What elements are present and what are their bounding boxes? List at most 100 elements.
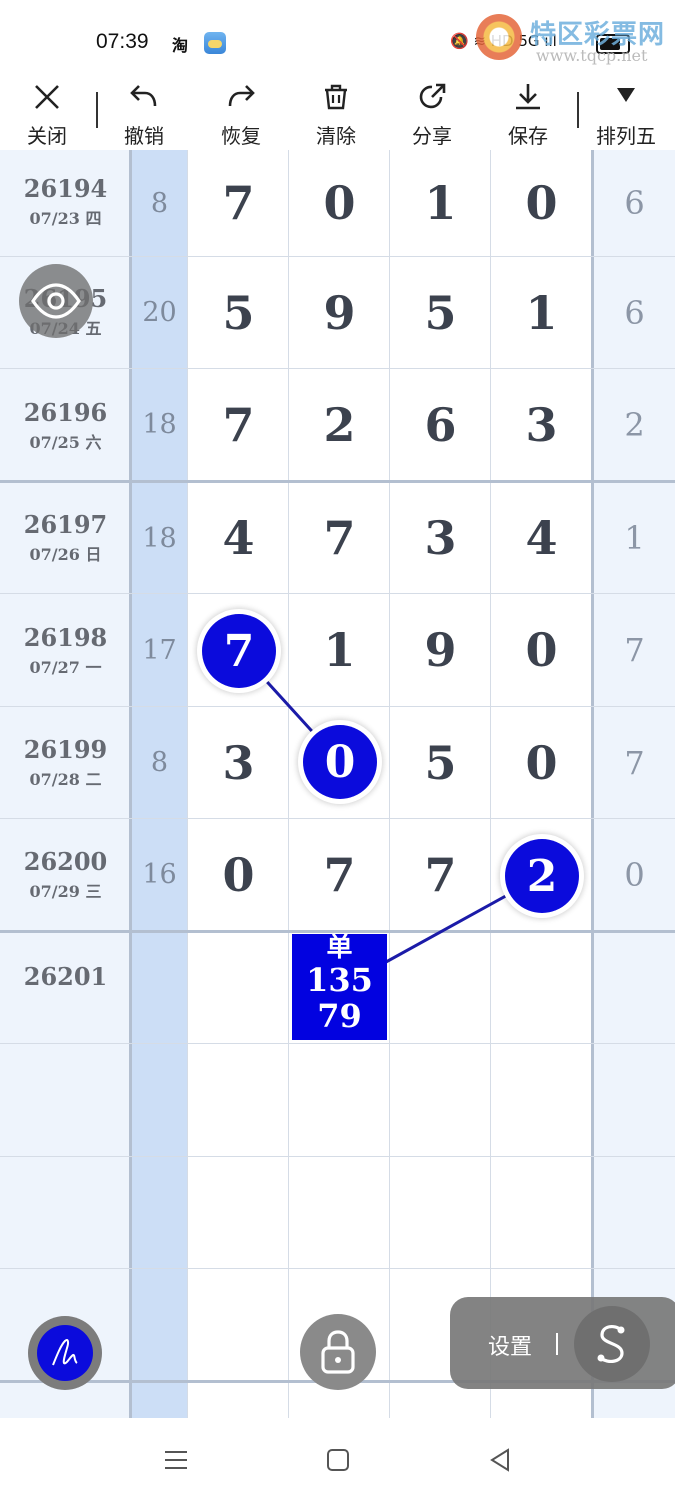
issue-cell: 26194 07/23 四 [0,174,131,229]
highlighted-digit[interactable]: 2 [505,839,579,913]
draw-tool-swatch [37,1325,93,1381]
sum-cell: 20 [142,297,177,328]
digit-cell[interactable]: 0 [491,594,592,706]
digit-cell[interactable]: 7 [188,369,289,480]
highlighted-digit[interactable]: 0 [303,725,377,799]
digit-cell[interactable]: 4 [491,483,592,593]
issue-cell: 26201 [0,962,131,991]
fifth-digit-cell: 1 [624,519,645,557]
sum-cell: 18 [142,522,177,554]
digit-cell[interactable]: 4 [188,483,289,593]
save-button[interactable]: 保存 [488,78,568,150]
clear-label: 清除 [316,124,356,148]
taobao-icon: 淘 [172,36,189,55]
share-button[interactable]: 分享 [392,78,472,150]
status-time: 07:39 [96,30,149,53]
digit-cell[interactable]: 7 [188,150,289,256]
undo-label: 撤销 [124,124,164,148]
next-issue-number: 26201 [23,962,108,991]
sum-cell: 17 [142,634,177,666]
redo-icon [228,85,255,107]
settings-panel[interactable]: 设置 [450,1297,675,1389]
digit-cell[interactable]: 0 [491,707,592,818]
issue-date: 07/26 日 [29,545,102,564]
settings-label[interactable]: 设置 [488,1329,532,1361]
download-icon [516,84,540,110]
fifth-digit-cell: 7 [624,743,645,782]
sum-cell: 18 [142,409,177,440]
lottery-label: 排列五 [596,124,656,148]
system-navigation-bar [0,1418,675,1500]
site-watermark: 特区彩票网 www.tqcp.net [470,10,670,70]
digit-cell[interactable]: 1 [491,257,592,368]
undo-button[interactable]: 撤销 [104,78,184,150]
prediction-line: 79 [317,997,362,1035]
issue-date: 07/25 六 [29,433,102,452]
fifth-digit-cell: 0 [624,855,645,894]
issue-cell: 26199 07/28 二 [0,735,131,790]
toolbar: 关闭 撤销 恢复 清除 分享 保存 排列五 [0,78,675,150]
issue-cell: 26197 07/26 日 [0,510,131,565]
digit-cell[interactable]: 0 [188,819,289,930]
trash-icon [325,84,347,110]
digit-cell[interactable]: 7 [390,819,491,930]
chart-grid[interactable]: 26194 07/23 四 8 7 0 1 0 6 26195 07/24 五 … [0,150,675,1418]
digit-cell[interactable]: 6 [390,369,491,480]
digit-cell[interactable]: 2 [289,369,390,480]
home-icon[interactable] [322,1444,354,1476]
draw-tool-button[interactable] [28,1316,102,1390]
issue-date: 07/28 二 [29,770,102,789]
issue-number: 26194 [23,174,108,203]
redo-label: 恢复 [221,124,261,148]
s-toggle-button[interactable] [574,1306,650,1382]
watermark-logo-icon [476,14,522,60]
share-icon [419,83,446,109]
issue-cell: 26200 07/29 三 [0,847,131,902]
prediction-label: 单 [326,933,353,963]
digit-cell[interactable]: 1 [390,150,491,256]
digit-cell[interactable]: 3 [491,369,592,480]
digit-cell[interactable]: 5 [390,257,491,368]
clear-button[interactable]: 清除 [296,78,376,150]
lock-button[interactable] [300,1314,376,1390]
prediction-box[interactable]: 单 135 79 [292,934,387,1040]
issue-number: 26196 [23,398,108,427]
digit-cell[interactable]: 3 [188,707,289,818]
lottery-selector[interactable]: 排列五 [586,78,666,150]
close-label: 关闭 [27,124,67,148]
visibility-toggle-button[interactable] [19,264,93,338]
fifth-digit-cell: 2 [624,405,645,444]
issue-number: 26197 [23,510,108,539]
sum-cell: 8 [150,187,169,219]
eye-icon [31,283,81,319]
digit-cell[interactable]: 7 [289,483,390,593]
fifth-digit-cell: 7 [624,631,645,669]
digit-cell[interactable]: 5 [188,257,289,368]
prediction-line: 135 [306,961,373,999]
weather-icon [204,32,226,54]
highlighted-digit[interactable]: 7 [202,614,276,688]
redo-button[interactable]: 恢复 [201,78,281,150]
digit-cell[interactable]: 0 [289,150,390,256]
lock-icon [321,1330,355,1374]
fifth-digit-cell: 6 [624,184,645,222]
sum-cell: 8 [150,747,169,778]
sum-cell: 16 [142,859,177,890]
issue-date: 07/23 四 [29,209,102,228]
issue-date: 07/27 一 [29,658,102,677]
share-label: 分享 [412,124,452,148]
save-label: 保存 [508,124,548,148]
undo-icon [130,85,157,107]
issue-cell: 26198 07/27 一 [0,623,131,678]
settings-divider [556,1333,558,1355]
close-button[interactable]: 关闭 [7,78,87,150]
back-icon[interactable] [484,1444,516,1476]
digit-cell[interactable]: 5 [390,707,491,818]
digit-cell[interactable]: 9 [289,257,390,368]
digit-cell[interactable]: 0 [491,150,592,256]
digit-cell[interactable]: 7 [289,819,390,930]
digit-cell[interactable]: 1 [289,594,390,706]
menu-icon[interactable] [160,1444,192,1476]
digit-cell[interactable]: 9 [390,594,491,706]
digit-cell[interactable]: 3 [390,483,491,593]
